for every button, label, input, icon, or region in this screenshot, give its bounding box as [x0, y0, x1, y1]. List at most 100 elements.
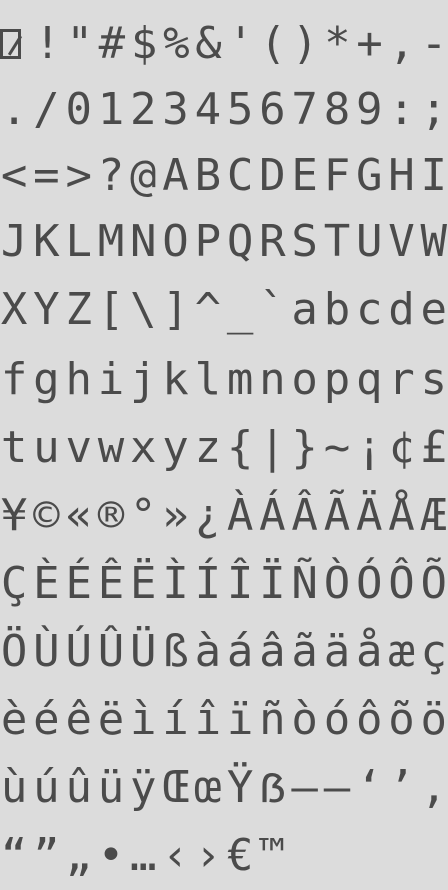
glyph: ã	[291, 626, 318, 677]
glyph-row-7: t u v w x y z { | } ~ ¡ ¢ £	[0, 414, 448, 482]
glyph: V	[388, 216, 415, 267]
glyph: "	[66, 18, 93, 69]
glyph-row-1: ! " # $ % & ' ( ) * + , -	[0, 10, 448, 78]
glyph: …	[130, 830, 157, 881]
glyph-row-4: J K L M N O P Q R S T U V W	[0, 208, 448, 276]
glyph: B	[194, 150, 222, 201]
glyph: Ô	[388, 558, 415, 609]
glyph: A	[162, 150, 189, 201]
glyph: Ÿ	[226, 762, 254, 813]
glyph: |	[259, 422, 286, 473]
glyph: r	[388, 354, 415, 405]
glyph: å	[355, 626, 383, 677]
glyph: ẞ	[259, 762, 286, 813]
glyph: /	[33, 84, 60, 135]
glyph: e	[420, 284, 448, 335]
glyph-row-3: < = > ? @ A B C D E F G H I	[0, 142, 448, 210]
glyph-row-9: Ç È É Ê Ë Ì Í Î Ï Ñ Ò Ó Ô Õ	[0, 550, 448, 618]
glyph: ®	[97, 490, 125, 541]
glyph: Y	[33, 284, 60, 335]
glyph: ß	[162, 626, 189, 677]
glyph: j	[130, 354, 157, 405]
glyph: J	[0, 216, 28, 267]
glyph: Ö	[0, 626, 28, 677]
glyph: ñ	[259, 694, 286, 745]
glyph: Õ	[420, 558, 448, 609]
glyph: 0	[65, 84, 92, 135]
glyph: 9	[355, 84, 383, 135]
glyph: 8	[323, 84, 351, 135]
glyph: a	[291, 284, 318, 335]
glyph: ó	[323, 694, 351, 745]
glyph: ’	[388, 762, 415, 813]
glyph: G	[355, 150, 383, 201]
glyph: _	[226, 284, 254, 335]
glyph: ©	[33, 490, 60, 541]
glyph: %	[163, 18, 190, 69]
glyph: n	[259, 354, 286, 405]
glyph: T	[323, 216, 351, 267]
glyph: h	[65, 354, 92, 405]
glyph: >	[65, 150, 92, 201]
glyph: +	[356, 18, 383, 69]
glyph: C	[226, 150, 254, 201]
glyph: ?	[97, 150, 125, 201]
glyph: 5	[226, 84, 254, 135]
glyph: (	[259, 18, 287, 69]
glyph: Ä	[355, 490, 383, 541]
glyph: {	[226, 422, 254, 473]
missing-glyph-icon	[0, 29, 22, 59]
glyph: ‹	[162, 830, 189, 881]
glyph: :	[388, 84, 415, 135]
glyph: Ã	[323, 490, 351, 541]
glyph: ì	[130, 694, 157, 745]
glyph: Ù	[33, 626, 60, 677]
glyph: ÿ	[130, 762, 157, 813]
glyph: }	[291, 422, 318, 473]
glyph: ô	[355, 694, 383, 745]
glyph: ¢	[388, 422, 415, 473]
glyph: –	[291, 762, 318, 813]
glyph: “	[0, 830, 28, 881]
glyph: H	[388, 150, 415, 201]
glyph: 4	[194, 84, 222, 135]
glyph: m	[226, 354, 254, 405]
glyph: Ì	[162, 558, 189, 609]
glyph: U	[355, 216, 383, 267]
glyph: D	[259, 150, 286, 201]
glyph: ä	[323, 626, 351, 677]
glyph: œ	[194, 762, 222, 813]
glyph: ‘	[355, 762, 383, 813]
glyph: »	[162, 490, 189, 541]
glyph: ù	[0, 762, 28, 813]
glyph: à	[194, 626, 222, 677]
glyph: ò	[291, 694, 318, 745]
glyph: À	[226, 490, 254, 541]
glyph: v	[65, 422, 92, 473]
glyph: !	[34, 18, 61, 69]
glyph: Ñ	[291, 558, 318, 609]
glyph: E	[291, 150, 318, 201]
glyph: Î	[226, 558, 254, 609]
glyph: Á	[259, 490, 286, 541]
glyph: #	[98, 18, 126, 69]
glyph: í	[162, 694, 189, 745]
glyph: £	[420, 422, 448, 473]
glyph: É	[65, 558, 92, 609]
glyph: 1	[97, 84, 125, 135]
glyph: Û	[97, 626, 125, 677]
glyph: ›	[194, 830, 222, 881]
glyph: x	[130, 422, 157, 473]
glyph: f	[0, 354, 28, 405]
glyph: â	[259, 626, 286, 677]
glyph: L	[65, 216, 92, 267]
glyph: N	[130, 216, 157, 267]
glyph: ê	[65, 694, 92, 745]
glyph: €	[226, 830, 254, 881]
glyph: «	[65, 490, 92, 541]
glyph-sheet: ! " # $ % & ' ( ) * + , - . / 0 1 2 3 4 …	[0, 0, 448, 884]
glyph-row-8: ¥ © « ® ° » ¿ À Á Â Ã Ä Å Æ	[0, 482, 448, 550]
glyph-row-2: . / 0 1 2 3 4 5 6 7 8 9 : ;	[0, 76, 448, 144]
glyph: Q	[226, 216, 254, 267]
glyph: s	[420, 354, 448, 405]
